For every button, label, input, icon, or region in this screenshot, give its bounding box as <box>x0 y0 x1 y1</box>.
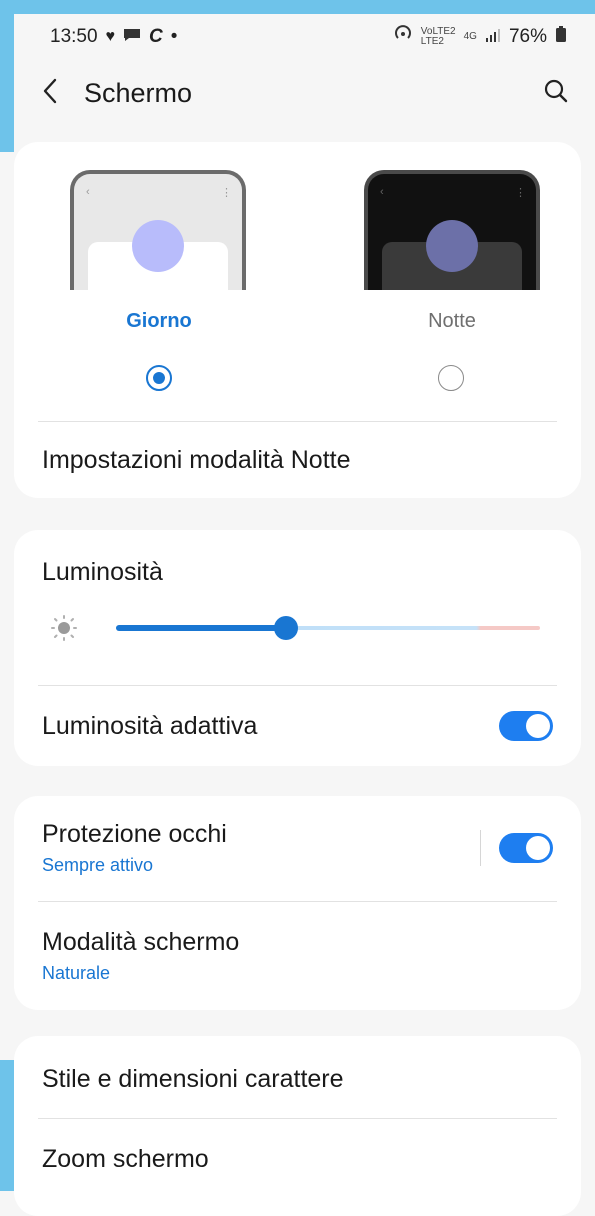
signal-icon <box>485 26 501 48</box>
day-preview: ‹ ⋮ <box>70 170 246 290</box>
font-zoom-card: Stile e dimensioni carattere Zoom scherm… <box>14 1036 581 1216</box>
preview-more-icon: ⋮ <box>515 187 526 199</box>
eye-comfort-label: Protezione occhi <box>42 820 227 848</box>
brightness-slider-thumb[interactable] <box>273 616 298 640</box>
status-bar: 13:50 ♥ C • VoLTE2 LTE2 4G 76% <box>14 14 595 60</box>
eye-comfort-status: Sempre attivo <box>42 855 154 875</box>
volte-indicator: VoLTE2 LTE2 <box>420 26 456 47</box>
brightness-card: Luminosità Luminosità adattiva <box>14 530 581 766</box>
preview-more-icon: ⋮ <box>221 187 232 199</box>
screen-mode-row[interactable]: Modalità schermo Naturale <box>14 902 581 1010</box>
search-icon[interactable] <box>543 78 569 109</box>
brightness-slider[interactable] <box>116 616 540 640</box>
c-app-icon: C <box>149 26 163 47</box>
day-label: Giorno <box>126 310 192 332</box>
preview-back-icon: ‹ <box>86 186 90 198</box>
message-icon <box>123 26 141 48</box>
adaptive-brightness-toggle[interactable] <box>499 711 553 741</box>
night-mode-settings-label: Impostazioni modalità Notte <box>42 445 351 474</box>
night-mode-settings[interactable]: Impostazioni modalità Notte <box>14 422 581 498</box>
frame-accent-left-bottom <box>0 1060 14 1191</box>
status-time: 13:50 <box>50 26 98 47</box>
theme-card: ‹ ⋮ Giorno ‹ ⋮ Notte Impostazioni modali… <box>14 142 581 498</box>
dot-icon: • <box>170 26 178 47</box>
day-radio[interactable] <box>146 365 172 391</box>
frame-accent-top <box>0 0 595 14</box>
night-theme-option[interactable]: ‹ ⋮ Notte <box>304 142 581 412</box>
adaptive-brightness-label: Luminosità adattiva <box>42 711 258 740</box>
page-title: Schermo <box>84 77 193 108</box>
night-preview: ‹ ⋮ <box>364 170 540 290</box>
preview-back-icon: ‹ <box>380 186 384 198</box>
net-4g-indicator: 4G <box>463 31 477 42</box>
app-bar: Schermo <box>14 60 595 126</box>
screen-mode-label: Modalità schermo <box>42 928 240 956</box>
heart-monitor-icon: ♥ <box>105 28 116 45</box>
font-style-row[interactable]: Stile e dimensioni carattere <box>14 1036 581 1122</box>
day-theme-option[interactable]: ‹ ⋮ Giorno <box>14 142 304 412</box>
frame-accent-left-top <box>0 0 14 152</box>
screen-zoom-row[interactable]: Zoom schermo <box>14 1119 581 1199</box>
battery-percent: 76% <box>508 26 547 47</box>
night-radio[interactable] <box>438 365 464 391</box>
screen-mode-value: Naturale <box>42 963 111 983</box>
display-mode-card: Protezione occhi Sempre attivo Modalità … <box>14 796 581 1010</box>
vertical-separator <box>480 830 481 866</box>
eye-comfort-row[interactable]: Protezione occhi Sempre attivo <box>14 796 581 900</box>
night-label: Notte <box>428 310 476 332</box>
font-style-label: Stile e dimensioni carattere <box>42 1064 344 1093</box>
adaptive-brightness-row[interactable]: Luminosità adattiva <box>14 686 581 766</box>
screen-zoom-label: Zoom schermo <box>42 1144 209 1173</box>
back-icon[interactable] <box>42 78 58 109</box>
hotspot-icon <box>393 25 413 49</box>
brightness-label: Luminosità <box>42 557 163 586</box>
battery-icon <box>555 25 567 49</box>
sun-icon <box>50 614 78 647</box>
eye-comfort-toggle[interactable] <box>499 833 553 863</box>
